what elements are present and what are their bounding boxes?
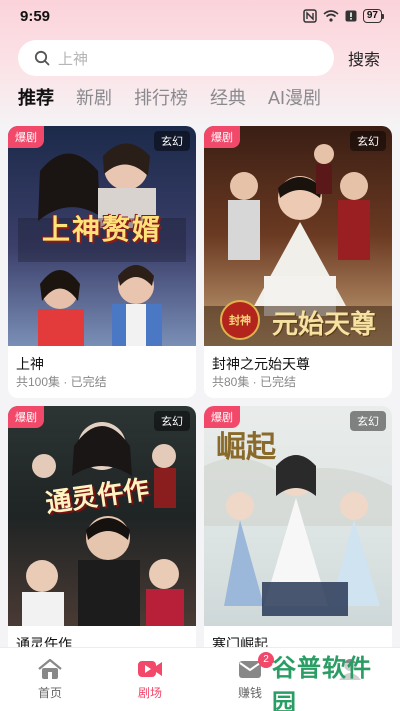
genre-badge: 玄幻 [350, 411, 386, 431]
hot-badge: 爆剧 [8, 126, 44, 148]
drama-poster[interactable]: 封神 元始天尊 爆剧 玄幻 [204, 126, 392, 346]
tab-recommend[interactable]: 推荐 [18, 84, 54, 110]
nav-label: 剧场 [137, 686, 162, 700]
tab-classic[interactable]: 经典 [210, 84, 246, 110]
nav-theater[interactable]: 剧场 [110, 658, 190, 701]
drama-poster[interactable]: 崛起 爆剧 玄幻 [204, 406, 392, 626]
genre-badge: 玄幻 [154, 411, 190, 431]
drama-card[interactable]: 通灵仵作 爆剧 玄幻 通灵仵作 [8, 406, 196, 661]
nfc-icon [303, 9, 317, 23]
search-icon [34, 50, 50, 66]
poster-title: 上神赘婿 [41, 213, 162, 246]
drama-poster[interactable]: 通灵仵作 爆剧 玄幻 [8, 406, 196, 626]
nav-label: 赚钱 [237, 686, 262, 700]
alert-icon [345, 10, 357, 22]
status-time: 9:59 [20, 7, 51, 25]
category-tabs: 推荐 新剧 排行榜 经典 AI漫剧 [18, 84, 343, 114]
drama-meta: 共100集 · 已完结 [16, 375, 107, 389]
status-bar: 9:59 97 [0, 0, 400, 32]
poster-title: 崛起 [216, 430, 276, 465]
hot-badge: 爆剧 [204, 126, 240, 148]
drama-meta: 共80集 · 已完结 [212, 375, 297, 389]
search-placeholder: 上神 [58, 50, 89, 68]
drama-grid: 上神赘婿 爆剧 玄幻 上神 共100集 · 已完结 封神 元始天尊 爆剧 玄幻 … [8, 126, 392, 661]
watermark: 谷普软件园 [272, 655, 394, 711]
status-icons: 97 [303, 9, 384, 23]
search-input[interactable]: 上神 [18, 40, 334, 76]
tab-ai-drama[interactable]: AI漫剧 [268, 84, 321, 110]
search-button[interactable]: 搜索 [348, 46, 380, 70]
drama-card[interactable]: 封神 元始天尊 爆剧 玄幻 封神之元始天尊 共80集 · 已完结 [204, 126, 392, 398]
genre-badge: 玄幻 [350, 131, 386, 151]
nav-home[interactable]: 首页 [10, 658, 90, 701]
search-row: 上神 搜索 [18, 40, 388, 76]
genre-badge: 玄幻 [154, 131, 190, 151]
theater-icon [138, 661, 162, 677]
hot-badge: 爆剧 [8, 406, 44, 428]
battery-level: 97 [362, 9, 382, 23]
home-icon [38, 658, 62, 679]
battery-icon: 97 [362, 9, 384, 23]
nav-label: 首页 [37, 686, 62, 700]
drama-card[interactable]: 上神赘婿 爆剧 玄幻 上神 共100集 · 已完结 [8, 126, 196, 398]
tab-ranking[interactable]: 排行榜 [134, 84, 188, 110]
drama-title: 封神之元始天尊 [212, 356, 310, 372]
tab-new[interactable]: 新剧 [76, 84, 112, 110]
drama-poster[interactable]: 上神赘婿 爆剧 玄幻 [8, 126, 196, 346]
wifi-icon [323, 10, 339, 22]
drama-title: 上神 [16, 356, 44, 372]
hot-badge: 爆剧 [204, 406, 240, 428]
poster-title: 元始天尊 [271, 310, 376, 340]
watermark-text: 谷普软件园 [272, 655, 372, 711]
drama-card[interactable]: 崛起 爆剧 玄幻 寒门崛起 [204, 406, 392, 661]
poster-seal: 封神 [220, 300, 260, 340]
